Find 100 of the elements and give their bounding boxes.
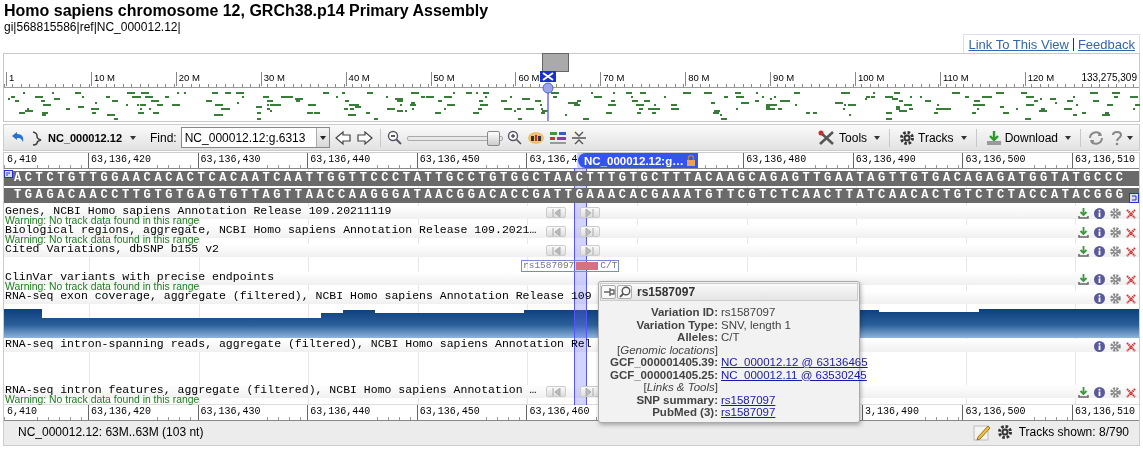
field-link[interactable]: rs1587097	[721, 393, 868, 406]
find-field[interactable]: NC_000012.12:g.6313	[180, 127, 330, 148]
ruler-label: 63,136,440	[307, 153, 371, 168]
overview-tick-label: 120 M	[1024, 72, 1055, 86]
close-icon[interactable]	[1126, 293, 1136, 304]
field-value: SNV, length 1	[721, 318, 792, 331]
field-link[interactable]: NC_000012.12 @ 63136465	[721, 356, 868, 369]
page-title: Homo sapiens chromosome 12, GRCh38.p14 Primary Assembly	[4, 1, 490, 20]
overview-tick-label: 100 M	[855, 72, 885, 86]
forward-strand-sequence: ACTCTGTTGGAACACACTCACAATCAATTGGTTCCCTATTGCCTGTGGCTAACTTTGTGCTTTACAAGCAGAGTTGAATAGTTGTGACAGAGATGGTATGCCC	[4, 171, 1139, 186]
field-label: GCF_000001405.39:	[608, 356, 718, 369]
overview-tick-label: 50 M	[430, 72, 455, 86]
overview-tick-label: 70 M	[600, 72, 625, 86]
help-menu[interactable]	[1109, 129, 1135, 146]
reverse-strand-sequence: TGAGACAACCTTGTGTGAGTGTTAGTTAACCAAGGGATAACGGACACCGATTGAAACACGAAATGTTCGTCTCAACTTATCAACACTGTCTCTACCATACGGG	[4, 188, 1139, 203]
lock-icon	[685, 154, 696, 167]
track-title: Genes, NCBI Homo sapiens Annotation Release 109.20211119	[4, 206, 392, 216]
sequence-menu[interactable]: NC_000012.12	[48, 131, 142, 144]
track-title: RNA-seq intron features, aggregate (filtered), NCBI Homo sapiens Annotation …	[4, 385, 537, 395]
ruler-label: 63,136,510	[1072, 153, 1135, 168]
track-title: Biological regions, aggregate, NCBI Homo sapiens Annotation Release 109.2021…	[4, 225, 537, 235]
variant-label: rs1587097	[523, 261, 575, 271]
close-icon[interactable]	[1126, 208, 1136, 219]
zoom-in-icon[interactable]	[506, 129, 523, 146]
ruler-label: 63,136,490	[852, 153, 916, 168]
overview-tick-label: 90 M	[770, 72, 795, 86]
tracks-shown-count: Tracks shown: 8/790	[1018, 425, 1129, 439]
field-link[interactable]: NC_000012.11 @ 63530245	[721, 368, 868, 381]
info-icon[interactable]	[1094, 387, 1105, 398]
close-icon[interactable]	[1126, 227, 1136, 238]
pin-button[interactable]	[601, 285, 616, 299]
overview-tick-label: 30 M	[260, 72, 285, 86]
zoom-slider[interactable]	[406, 130, 503, 145]
info-icon[interactable]	[1094, 274, 1105, 285]
info-icon[interactable]	[1094, 227, 1105, 238]
right-arrow-icon[interactable]	[355, 129, 374, 146]
ruler-label: 63,136,500	[962, 153, 1026, 168]
tracks-menu[interactable]: Tracks	[896, 129, 970, 146]
section-heading: [Genomic locations]	[616, 343, 718, 356]
tools-menu[interactable]: Tools	[815, 129, 884, 146]
track-title: RNA-seq intron-spanning reads, aggregate (filtered), NCBI Homo sapiens Annotation Rel	[4, 339, 592, 349]
close-icon[interactable]	[1126, 246, 1136, 257]
info-icon[interactable]	[1094, 208, 1105, 219]
download-icon[interactable]	[1078, 274, 1089, 285]
tooltip-title: rs1587097	[637, 285, 696, 299]
download-icon[interactable]	[1078, 246, 1089, 257]
download-icon[interactable]	[1078, 227, 1089, 238]
field-label: SNP summary:	[635, 393, 718, 406]
overview-end-label: 133,275,309	[1081, 72, 1137, 83]
ruler-label: 63,136,480	[743, 153, 807, 168]
overview-handle[interactable]	[542, 53, 569, 72]
zoom-out-icon[interactable]	[386, 129, 403, 146]
download-menu[interactable]: Download	[982, 129, 1074, 146]
download-icon	[985, 129, 1002, 146]
status-location: NC_000012.12: 63M..63M (103 nt)	[18, 425, 204, 439]
download-icon[interactable]	[1078, 208, 1089, 219]
help-icon	[1111, 129, 1123, 146]
strand-marker-icon	[4, 170, 13, 178]
translation-icon[interactable]	[526, 129, 545, 146]
strand-marker-icon	[1129, 193, 1139, 203]
position-marker-flag[interactable]: NC_000012.12:g…	[578, 153, 698, 168]
ruler-label: 63,136,420	[88, 153, 151, 168]
track-warning: Warning: No track data found in this range	[4, 395, 200, 404]
collapse-icon[interactable]	[570, 129, 587, 146]
close-icon[interactable]	[1126, 274, 1136, 285]
variant-feature[interactable]: rs1587097 C/T	[521, 260, 620, 272]
ruler-label: 63,136,450	[416, 405, 480, 420]
search-button[interactable]	[617, 285, 632, 299]
ruler-label: 63,136,440	[307, 405, 371, 420]
section-heading: [Links & Tools]	[642, 381, 718, 394]
ruler-label: 63,136,430	[197, 405, 261, 420]
left-arrow-icon[interactable]	[333, 129, 352, 146]
page-link[interactable]: Link To This View	[968, 36, 1069, 52]
sequence-icon	[30, 129, 44, 146]
close-icon[interactable]	[1126, 341, 1136, 352]
info-icon[interactable]	[1094, 246, 1105, 257]
page-link[interactable]: Feedback	[1077, 36, 1135, 52]
close-icon[interactable]	[1126, 387, 1136, 398]
ruler-label: 6,410	[5, 405, 37, 420]
field-label: PubMed (3):	[651, 406, 718, 419]
track-title: Cited Variations, dbSNP b155 v2	[4, 244, 219, 254]
find-label: Find:	[150, 130, 177, 145]
color-bars-icon[interactable]	[548, 129, 567, 146]
overview-tick-label: 10 M	[90, 72, 115, 86]
info-icon[interactable]	[1094, 341, 1105, 352]
field-label: Variation ID:	[649, 306, 718, 319]
field-value: C/T	[721, 331, 741, 344]
track-warning: Warning: No track data found in this range	[4, 282, 200, 291]
allele-label: C/T	[600, 261, 618, 271]
pencil-icon[interactable]	[972, 423, 991, 441]
download-icon[interactable]	[1078, 387, 1089, 398]
track-warning: Warning: No track data found in this range	[4, 235, 200, 244]
ruler-label: 63,136,510	[1072, 405, 1135, 420]
settings-icon[interactable]	[996, 424, 1013, 440]
ruler-label: 63,136,500	[962, 405, 1026, 420]
refresh-icon[interactable]	[1087, 129, 1105, 146]
info-icon[interactable]	[1094, 293, 1105, 304]
field-value: rs1587097	[721, 306, 777, 319]
position-marker-icon[interactable]	[538, 71, 558, 121]
ruler-label: 3,136,490	[862, 405, 919, 420]
